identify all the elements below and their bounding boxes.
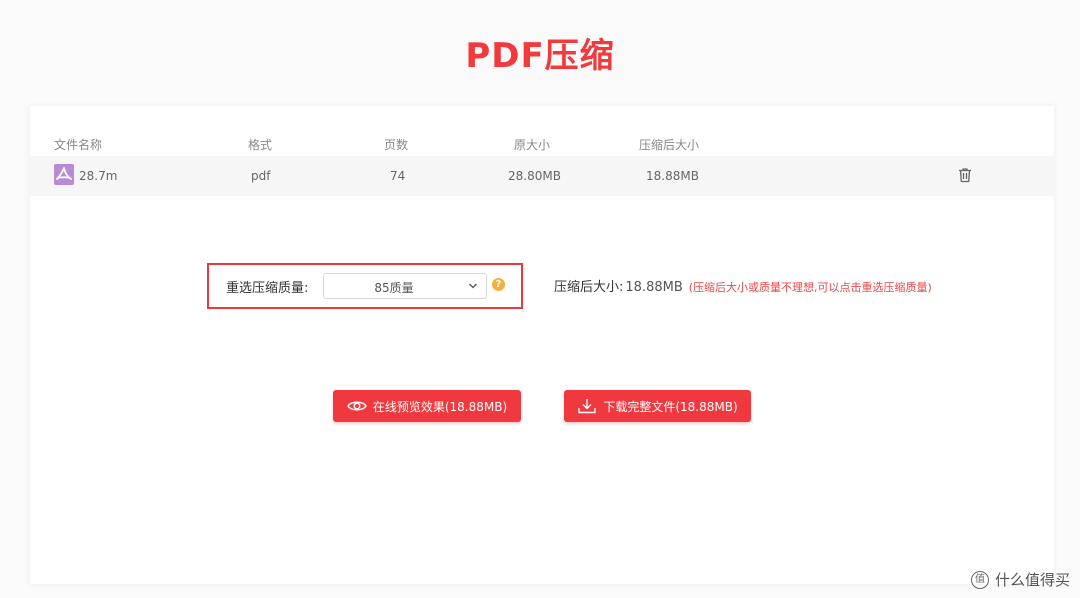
page-title: PDF压缩: [465, 36, 615, 76]
header-format: 格式: [248, 138, 273, 152]
preview-button-label: 在线预览效果(18.88MB): [372, 399, 508, 414]
quality-selected-value: 85质量: [374, 281, 414, 295]
file-original-size: 28.80MB: [508, 169, 561, 183]
quality-label: 重选压缩质量:: [226, 281, 309, 296]
compressed-size-label: 压缩后大小:: [554, 280, 624, 295]
trash-icon: [959, 168, 971, 183]
file-card: 文件名称 格式 页数 原大小 压缩后大小 28.7m pdf 74 28.80M…: [30, 106, 1054, 584]
header-original-size: 原大小: [514, 138, 551, 152]
quality-hint: (压缩后大小或质量不理想,可以点击重选压缩质量): [688, 281, 932, 294]
watermark-text: 什么值得买: [994, 571, 1070, 589]
file-compressed-size: 18.88MB: [646, 169, 699, 183]
help-icon[interactable]: ?: [492, 278, 505, 291]
delete-file-button[interactable]: [956, 166, 974, 184]
chevron-down-icon: [469, 283, 477, 289]
header-pages: 页数: [384, 138, 409, 152]
table-row: 28.7m pdf 74 28.80MB 18.88MB: [30, 156, 1054, 196]
compressed-size-value: 18.88MB: [625, 280, 683, 295]
site-watermark: 值 什么值得买: [970, 569, 1070, 590]
app-root: PDF压缩 文件名称 格式 页数 原大小 压缩后大小 28.7m pdf 74 …: [0, 0, 1080, 598]
download-button[interactable]: 下载完整文件(18.88MB): [564, 390, 751, 422]
compressed-size-result: 压缩后大小: 18.88MB (压缩后大小或质量不理想,可以点击重选压缩质量): [554, 276, 932, 295]
watermark-logo-icon: 值: [970, 570, 989, 589]
download-icon: [577, 398, 597, 414]
quality-selector-highlight: 重选压缩质量: 85质量 ?: [207, 263, 523, 309]
file-format: pdf: [251, 169, 271, 183]
quality-select[interactable]: 85质量: [323, 273, 487, 299]
preview-button[interactable]: 在线预览效果(18.88MB): [333, 390, 521, 422]
header-compressed-size: 压缩后大小: [639, 138, 700, 152]
header-file-name: 文件名称: [54, 138, 103, 152]
table-header: 文件名称 格式 页数 原大小 压缩后大小: [30, 136, 1054, 156]
file-pages: 74: [390, 169, 406, 183]
download-button-label: 下载完整文件(18.88MB): [603, 399, 738, 414]
eye-icon: [347, 398, 367, 414]
pdf-icon: [54, 164, 74, 185]
file-name: 28.7m: [79, 169, 118, 183]
